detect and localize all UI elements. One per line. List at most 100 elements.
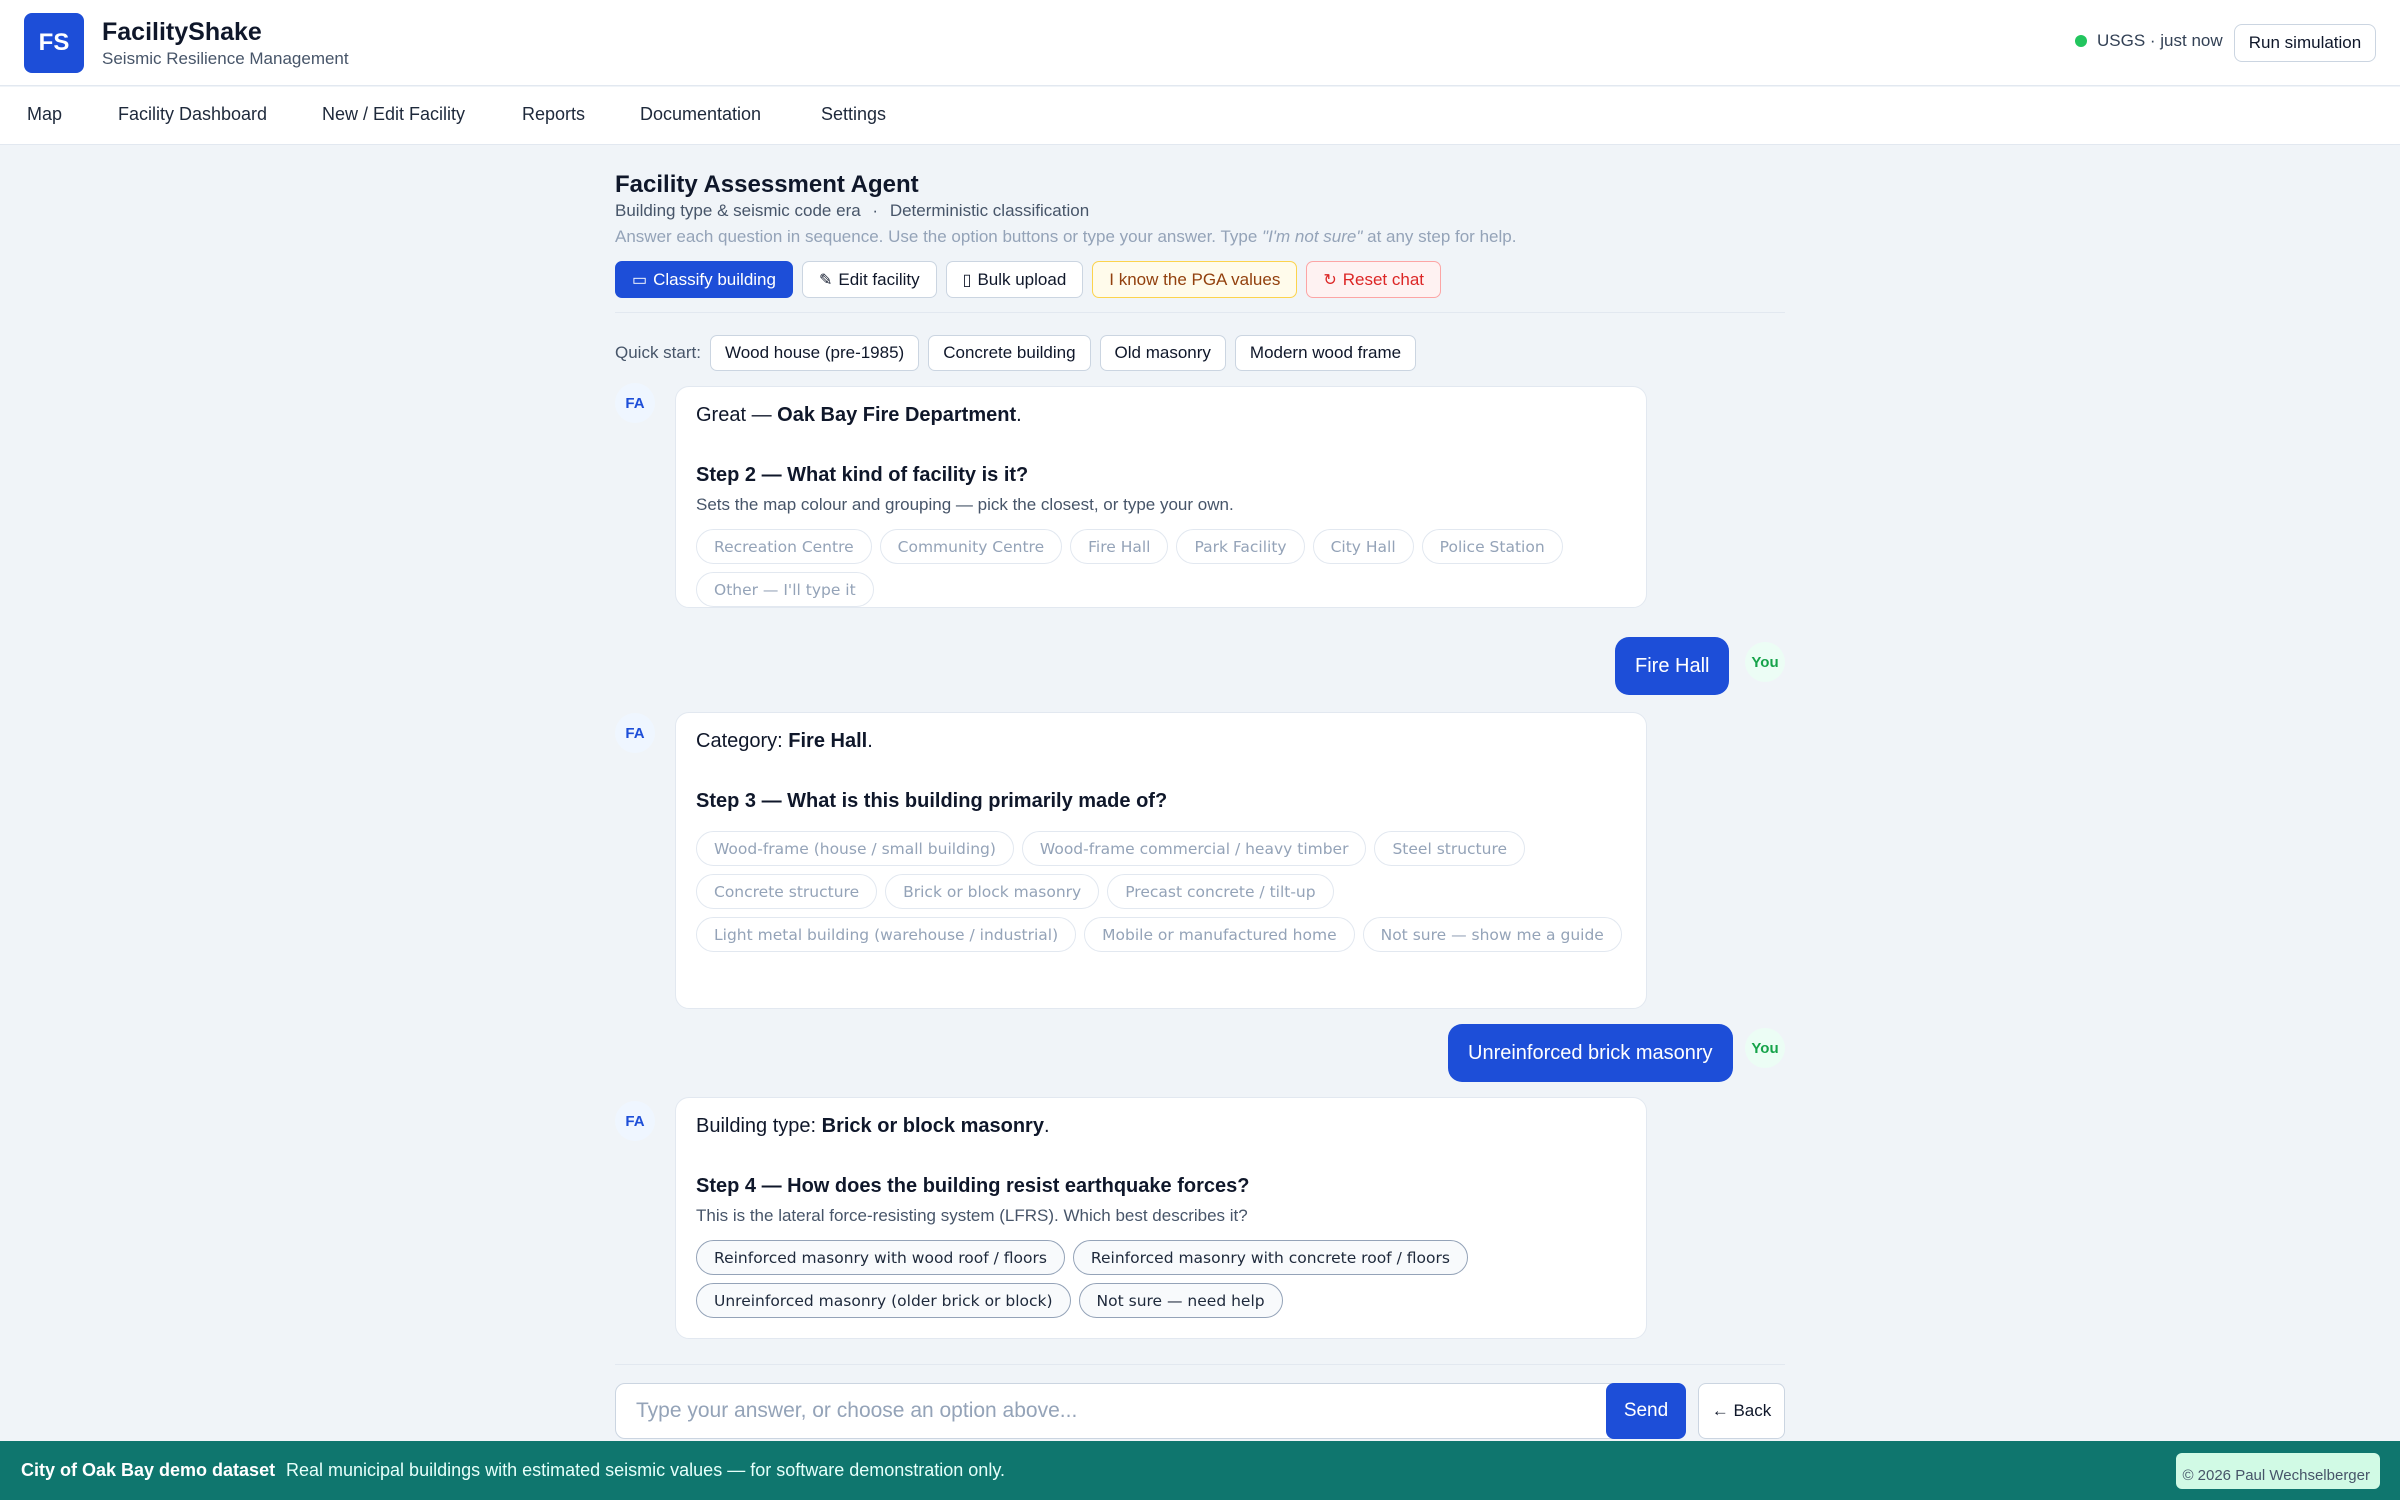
- agent-subtitle-mode: Building type & seismic code era: [615, 201, 861, 220]
- option-chip[interactable]: City Hall: [1312, 529, 1414, 564]
- option-chip[interactable]: Other — I'll type it: [696, 572, 874, 607]
- divider: [615, 1364, 1785, 1365]
- step-description: This is the lateral force-resisting syst…: [696, 1206, 1248, 1225]
- message-lead-text: Category:: [696, 730, 789, 752]
- agent-panel: Facility Assessment Agent Building type …: [615, 145, 1785, 1440]
- message-lead: Great — Oak Bay Fire Department.: [696, 401, 1626, 429]
- option-chip[interactable]: Police Station: [1421, 529, 1563, 564]
- app-subtitle: Seismic Resilience Management: [102, 49, 349, 68]
- run-simulation-button[interactable]: Run simulation: [2234, 24, 2376, 62]
- reset-chat-label: Reset chat: [1342, 269, 1424, 289]
- bulk-upload-button[interactable]: ▯ Bulk upload: [945, 261, 1084, 298]
- agent-avatar: FA: [615, 383, 655, 423]
- pga-values-button[interactable]: I know the PGA values: [1092, 261, 1298, 298]
- agent-title: Facility Assessment Agent: [615, 171, 919, 198]
- send-button[interactable]: Send: [1606, 1383, 1686, 1439]
- step-title: Step 2 — What kind of facility is it?: [696, 464, 1029, 486]
- option-list: Wood-frame (house / small building) Wood…: [696, 831, 1626, 952]
- agent-actions: ▭ Classify building ✎ Edit facility ▯ Bu…: [615, 261, 1441, 298]
- message-lead-value: Oak Bay Fire Department: [777, 404, 1017, 426]
- message-lead-end: .: [1016, 404, 1022, 426]
- user-message: Fire Hall: [1615, 637, 1730, 695]
- agent-avatar: FA: [615, 713, 655, 753]
- option-chip[interactable]: Park Facility: [1176, 529, 1305, 564]
- reset-chat-button[interactable]: ↻ Reset chat: [1306, 261, 1441, 298]
- option-list: Reinforced masonry with wood roof / floo…: [696, 1240, 1626, 1318]
- agent-subtitle-separator: ·: [872, 201, 879, 220]
- nav-new-edit-facility[interactable]: New / Edit Facility: [322, 104, 465, 125]
- quick-start-chip[interactable]: Modern wood frame: [1234, 335, 1417, 371]
- message-lead-value: Brick or block masonry: [821, 1115, 1044, 1137]
- chat-icon: ▭: [632, 271, 648, 289]
- app-logo: FS: [24, 13, 84, 73]
- status-dot-icon: [2075, 35, 2087, 47]
- option-chip[interactable]: Brick or block masonry: [885, 874, 1100, 909]
- app-title: FacilityShake: [102, 18, 262, 46]
- option-list: Recreation Centre Community Centre Fire …: [696, 529, 1626, 607]
- dataset-name: City of Oak Bay demo dataset: [21, 1460, 276, 1480]
- edit-facility-button[interactable]: ✎ Edit facility: [801, 261, 937, 298]
- feed-status: USGS · just now: [2075, 31, 2223, 51]
- answer-input[interactable]: [615, 1383, 1653, 1439]
- option-chip[interactable]: Not sure — show me a guide: [1362, 917, 1622, 952]
- nav-facility-dashboard[interactable]: Facility Dashboard: [118, 104, 267, 125]
- footer-banner: City of Oak Bay demo dataset Real munici…: [0, 1441, 2400, 1500]
- step-title: Step 3 — What is this building primarily…: [696, 790, 1168, 812]
- nav-reports[interactable]: Reports: [522, 104, 585, 125]
- message-lead: Category: Fire Hall.: [696, 727, 1626, 755]
- user-message: Unreinforced brick masonry: [1448, 1024, 1733, 1082]
- nav-settings[interactable]: Settings: [821, 104, 886, 125]
- agent-avatar: FA: [615, 1101, 655, 1141]
- option-chip[interactable]: Wood-frame commercial / heavy timber: [1021, 831, 1367, 866]
- option-chip[interactable]: Precast concrete / tilt-up: [1107, 874, 1334, 909]
- document-icon: ▯: [962, 271, 972, 289]
- classify-building-label: Classify building: [653, 269, 776, 289]
- quick-start-chip[interactable]: Concrete building: [928, 335, 1091, 371]
- option-chip[interactable]: Reinforced masonry with concrete roof / …: [1072, 1240, 1468, 1275]
- pencil-icon: ✎: [818, 271, 833, 289]
- instructions-text: Answer each question in sequence. Use th…: [615, 227, 1263, 246]
- option-chip[interactable]: Fire Hall: [1070, 529, 1169, 564]
- instructions-emphasis: "I'm not sure": [1262, 227, 1363, 246]
- feed-status-text: USGS · just now: [2097, 31, 2223, 50]
- option-chip[interactable]: Recreation Centre: [696, 529, 872, 564]
- main-nav: Map Facility Dashboard New / Edit Facili…: [0, 87, 2400, 145]
- copyright-text: © 2026 Paul Wechselberger: [2182, 1467, 2370, 1484]
- edit-facility-label: Edit facility: [838, 269, 920, 289]
- step-description: Sets the map colour and grouping — pick …: [696, 495, 1234, 514]
- option-chip[interactable]: Wood-frame (house / small building): [696, 831, 1014, 866]
- message-lead-end: .: [867, 730, 873, 752]
- option-chip[interactable]: Not sure — need help: [1078, 1283, 1283, 1318]
- option-chip[interactable]: Community Centre: [879, 529, 1063, 564]
- option-chip[interactable]: Steel structure: [1374, 831, 1526, 866]
- nav-documentation[interactable]: Documentation: [640, 104, 761, 125]
- quick-start-chip[interactable]: Old masonry: [1099, 335, 1226, 371]
- quick-start-label: Quick start:: [615, 343, 701, 362]
- back-button[interactable]: ← Back: [1698, 1383, 1785, 1439]
- option-chip[interactable]: Unreinforced masonry (older brick or blo…: [696, 1283, 1071, 1318]
- option-chip[interactable]: Reinforced masonry with wood roof / floo…: [696, 1240, 1065, 1275]
- bulk-upload-label: Bulk upload: [977, 269, 1067, 289]
- agent-message: Building type: Brick or block masonry. S…: [675, 1097, 1647, 1339]
- step-title: Step 4 — How does the building resist ea…: [696, 1175, 1250, 1197]
- message-lead-text: Great —: [696, 404, 778, 426]
- option-chip[interactable]: Mobile or manufactured home: [1084, 917, 1355, 952]
- option-chip[interactable]: Light metal building (warehouse / indust…: [696, 917, 1077, 952]
- agent-message: Great — Oak Bay Fire Department. Step 2 …: [675, 386, 1647, 608]
- agent-subtitle-method: Deterministic classification: [889, 201, 1090, 220]
- pga-values-label: I know the PGA values: [1109, 269, 1281, 289]
- option-chip[interactable]: Concrete structure: [696, 874, 878, 909]
- message-lead: Building type: Brick or block masonry.: [696, 1112, 1626, 1140]
- app-header: FS FacilityShake Seismic Resilience Mana…: [0, 0, 2400, 86]
- user-avatar: You: [1745, 1028, 1785, 1068]
- quick-start-chip[interactable]: Wood house (pre-1985): [709, 335, 920, 371]
- agent-instructions: Answer each question in sequence. Use th…: [615, 227, 1516, 247]
- divider: [615, 312, 1785, 313]
- classify-building-button[interactable]: ▭ Classify building: [615, 261, 793, 298]
- message-lead-value: Fire Hall: [788, 730, 868, 752]
- nav-map[interactable]: Map: [27, 104, 62, 125]
- agent-subtitle: Building type & seismic code era · Deter…: [615, 201, 1089, 221]
- dataset-note: Real municipal buildings with estimated …: [286, 1460, 1005, 1480]
- user-avatar: You: [1745, 642, 1785, 682]
- instructions-text-end: at any step for help.: [1362, 227, 1517, 246]
